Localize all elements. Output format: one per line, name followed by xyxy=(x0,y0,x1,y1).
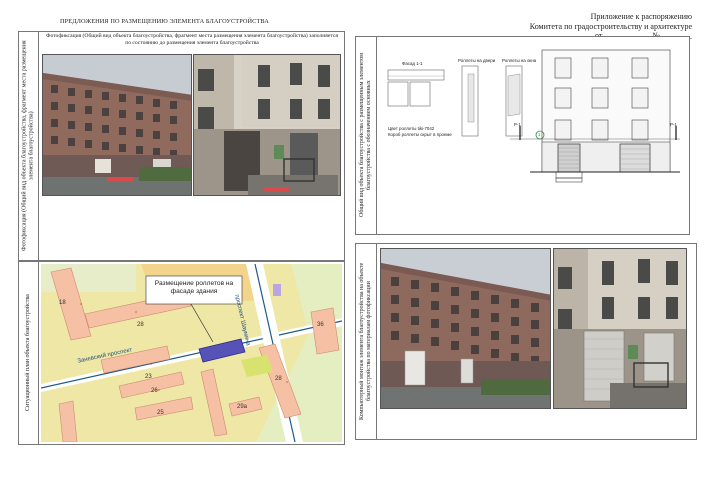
drawing-note-line2: Короб роллеты скрыт в проеме xyxy=(388,132,452,137)
situation-map: Размещение роллетов на фасаде здания Зан… xyxy=(41,264,342,442)
building-number: 25 xyxy=(157,410,164,416)
situation-panel-side-label: Ситуационный план объекта благоустройств… xyxy=(25,294,31,412)
header-left-title: ПРЕДЛОЖЕНИЯ ПО РАЗМЕЩЕНИЮ ЭЛЕМЕНТА БЛАГО… xyxy=(60,18,269,25)
photo-panel-caption: Фотофиксация (Общий вид объекта благоуст… xyxy=(46,33,338,46)
roller-window-title: Роллеты на окна xyxy=(502,58,537,63)
axis-label-right: P-1 xyxy=(670,122,677,127)
situation-callout: Размещение роллетов на фасаде здания xyxy=(154,280,234,295)
building-number: 36 xyxy=(317,322,324,328)
building-number: 29а xyxy=(237,404,248,410)
building-number: 28 xyxy=(275,376,282,382)
facade-drawing: Фасад 1-1 Роллеты на двери Роллеты на ок… xyxy=(380,40,686,232)
photo-panel-side-label: Фотофиксация (Общий вид объекта благоуст… xyxy=(21,40,35,252)
header-right-line1: Приложение к распоряжению xyxy=(590,12,692,21)
facade-title: Фасад 1-1 xyxy=(402,61,423,66)
drawing-note-line1: Цвет роллеты tiki-7042 xyxy=(388,126,435,131)
axis-marker: 1 xyxy=(538,132,541,137)
montage-photo-general xyxy=(380,248,551,409)
building-number: 18 xyxy=(59,300,66,306)
montage-photo-fragment xyxy=(553,248,687,409)
building-number: 26 xyxy=(151,388,158,394)
building-number: 28 xyxy=(137,322,144,328)
roller-door-title: Роллеты на двери xyxy=(458,58,496,63)
header-right-line2: Комитета по градостроительству и архитек… xyxy=(529,22,692,31)
axis-label-left: P-1 xyxy=(514,122,521,127)
building-photo-fragment xyxy=(193,54,341,196)
drawing-panel-side-label: Общий вид объекта благоустройства с разм… xyxy=(359,53,372,218)
building-number: 23 xyxy=(145,374,152,380)
building-photo-general xyxy=(42,54,192,196)
montage-panel-side-label: Компьютерный монтаж элемента благоустрой… xyxy=(359,262,372,421)
